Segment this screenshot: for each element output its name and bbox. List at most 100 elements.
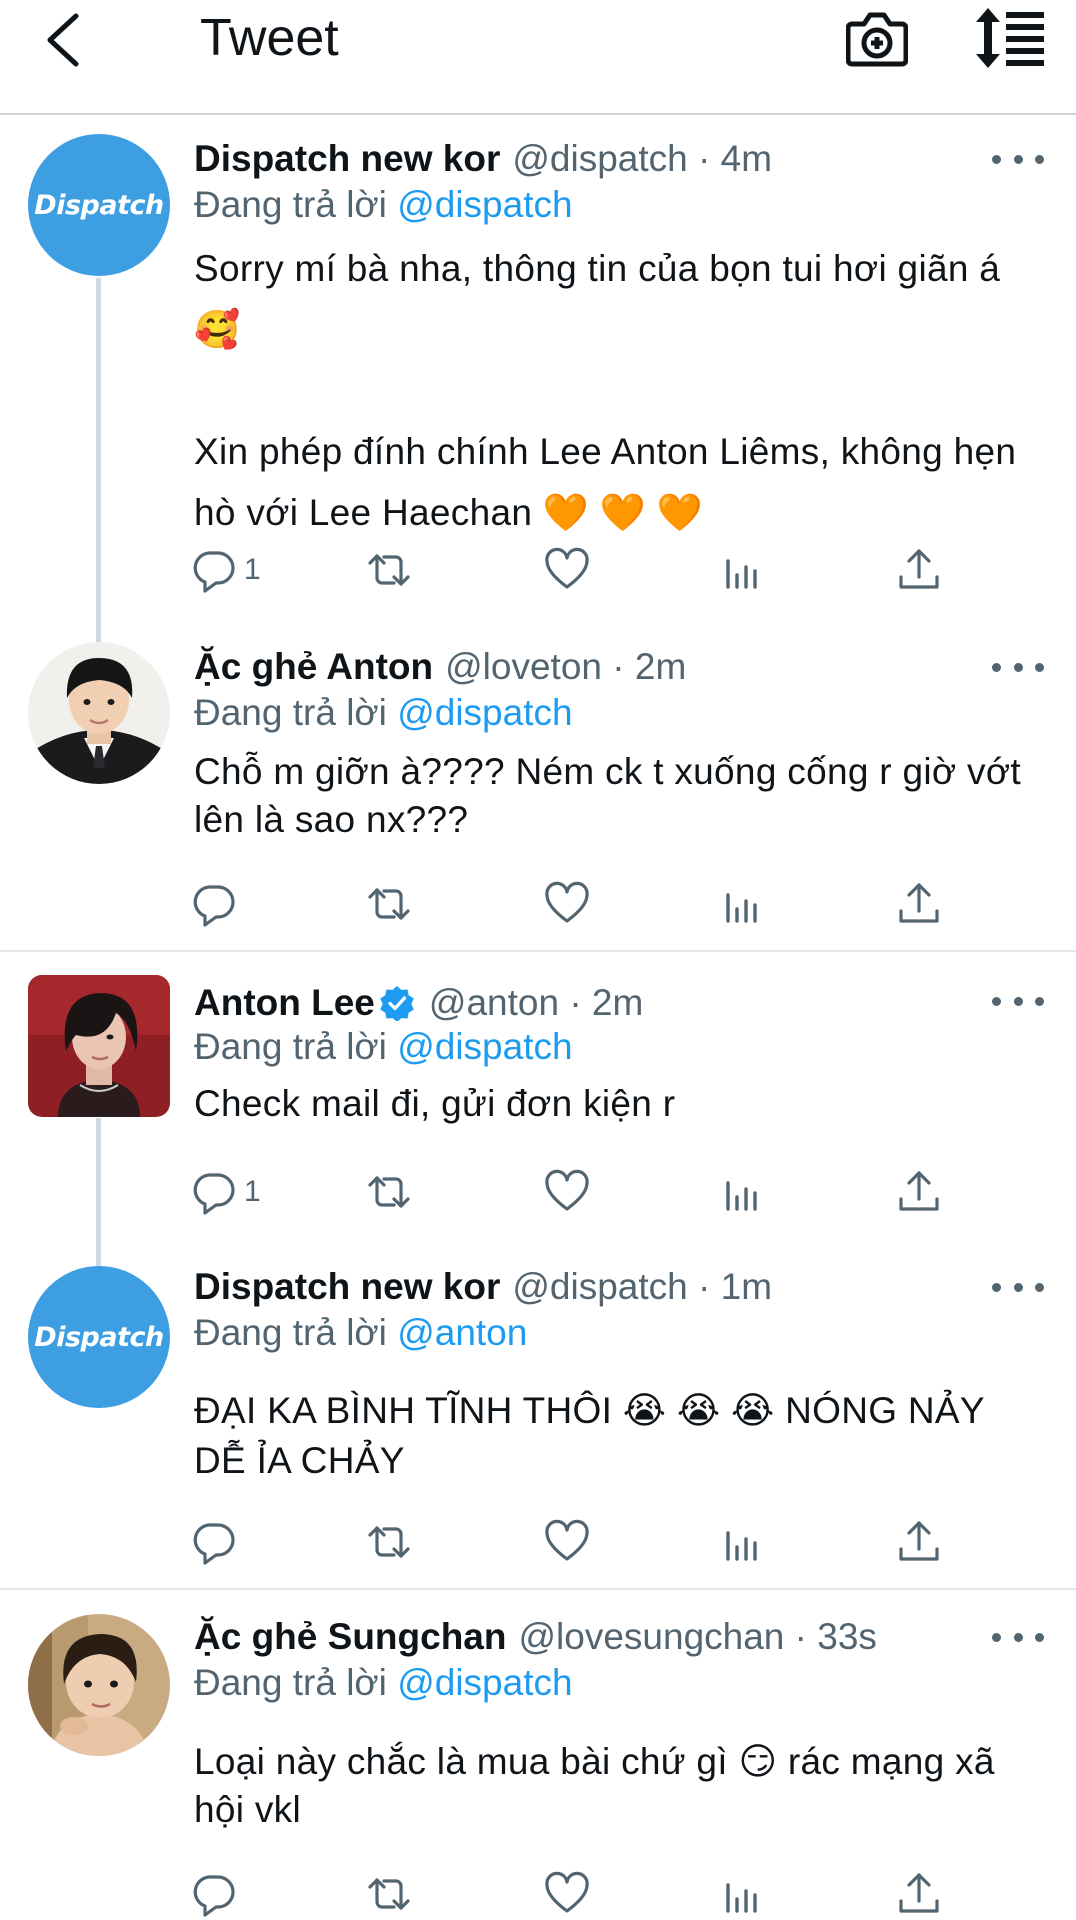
camera-add-icon: [845, 12, 909, 67]
display-name[interactable]: Ặc ghẻ Anton: [194, 646, 433, 688]
reply-button[interactable]: [190, 1866, 244, 1920]
tweet-header: Dispatch new kor @dispatch · 1m: [194, 1264, 772, 1310]
more-icon: [992, 1282, 1001, 1292]
share-button[interactable]: [896, 1514, 942, 1570]
reply-button[interactable]: 1: [190, 1164, 261, 1220]
avatar[interactable]: Dispatch: [28, 1266, 170, 1408]
more-button[interactable]: [992, 144, 1044, 174]
more-icon: [992, 1632, 1001, 1642]
more-icon: [992, 996, 1001, 1006]
retweet-icon: [368, 888, 410, 920]
reply-mention-link[interactable]: @anton: [397, 1312, 527, 1353]
retweet-icon: [368, 554, 410, 586]
reply-icon: [193, 551, 235, 593]
reply-mention-link[interactable]: @dispatch: [397, 1026, 572, 1067]
thread-line: [96, 278, 101, 642]
reply-button[interactable]: [190, 876, 244, 932]
reply-mention-link[interactable]: @dispatch: [397, 1662, 572, 1703]
views-button[interactable]: [720, 1164, 766, 1220]
retweet-button[interactable]: [366, 542, 412, 598]
display-name[interactable]: Dispatch new kor: [194, 1266, 500, 1308]
views-icon: [726, 1883, 757, 1913]
reply-button[interactable]: [190, 1514, 244, 1570]
handle-and-time: @lovesungchan · 33s: [518, 1616, 877, 1657]
sort-button[interactable]: [974, 6, 1046, 70]
retweet-button[interactable]: [366, 1514, 412, 1570]
reply-icon: [193, 1875, 235, 1917]
views-button[interactable]: [720, 542, 766, 598]
tweet-actions: 1: [190, 542, 990, 598]
handle-and-time: @loveton · 2m: [445, 646, 687, 687]
share-button[interactable]: [896, 1164, 942, 1220]
share-icon: [899, 1521, 939, 1561]
share-button[interactable]: [896, 876, 942, 932]
chevron-left-icon: [47, 13, 79, 67]
avatar[interactable]: Dispatch: [28, 134, 170, 276]
avatar[interactable]: [28, 975, 170, 1117]
tweet-actions: [190, 1866, 990, 1920]
share-button[interactable]: [896, 1866, 942, 1920]
tweet-text: Sorry mí bà nha, thông tin của bọn tui h…: [194, 248, 1017, 533]
display-name[interactable]: Dispatch new kor: [194, 138, 500, 180]
share-icon: [899, 1873, 939, 1913]
views-button[interactable]: [720, 876, 766, 932]
like-button[interactable]: [544, 1514, 590, 1570]
avatar-photo: [28, 975, 170, 1117]
display-name[interactable]: Anton Lee: [194, 982, 375, 1024]
like-button[interactable]: [544, 1164, 590, 1220]
tweet-text: ĐẠI KA BÌNH TĨNH THÔI 😭 😭 😭 NÓNG NẢY DỄ …: [194, 1390, 985, 1481]
like-button[interactable]: [544, 876, 590, 932]
retweet-button[interactable]: [366, 1164, 412, 1220]
tweet-header: Ặc ghẻ Sungchan @lovesungchan · 33s: [194, 1614, 877, 1660]
replying-to: Đang trả lời @anton: [194, 1312, 528, 1353]
views-icon: [726, 1181, 757, 1211]
avatar[interactable]: [28, 1614, 170, 1756]
more-button[interactable]: [992, 1622, 1044, 1652]
views-button[interactable]: [720, 1866, 766, 1920]
dispatch-logo: Dispatch: [34, 1321, 164, 1353]
like-button[interactable]: [544, 1866, 590, 1920]
reply-count: 1: [244, 553, 261, 586]
tweet-actions: [190, 1514, 990, 1570]
tweet-text: Chỗ m giỡn à???? Ném ck t xuống cống r g…: [194, 751, 1021, 840]
avatar[interactable]: [28, 642, 170, 784]
replying-to: Đang trả lời @dispatch: [194, 692, 573, 733]
share-icon: [899, 1171, 939, 1211]
handle-and-time: @dispatch · 1m: [512, 1266, 773, 1307]
divider: [0, 1588, 1076, 1590]
retweet-button[interactable]: [366, 1866, 412, 1920]
retweet-icon: [368, 1176, 410, 1208]
back-button[interactable]: [38, 10, 88, 70]
replying-to: Đang trả lời @dispatch: [194, 1026, 573, 1067]
tweet-header: Ặc ghẻ Anton @loveton · 2m: [194, 644, 686, 690]
more-button[interactable]: [992, 1272, 1044, 1302]
top-bar: Tweet: [0, 0, 1076, 115]
reply-icon: [193, 1173, 235, 1215]
tweet-text: Check mail đi, gửi đơn kiện r: [194, 1083, 676, 1124]
views-button[interactable]: [720, 1514, 766, 1570]
verified-badge-icon: [380, 986, 414, 1021]
handle-and-time: @anton · 2m: [428, 982, 644, 1023]
divider: [0, 950, 1076, 952]
tweet-header: Dispatch new kor @dispatch · 4m: [194, 136, 772, 182]
retweet-button[interactable]: [366, 876, 412, 932]
share-button[interactable]: [896, 542, 942, 598]
avatar-photo: [28, 642, 170, 784]
display-name[interactable]: Ặc ghẻ Sungchan: [194, 1616, 506, 1658]
more-icon: [992, 154, 1001, 164]
heart-icon: [545, 1871, 589, 1913]
reply-mention-link[interactable]: @dispatch: [397, 184, 572, 225]
like-button[interactable]: [544, 542, 590, 598]
dispatch-logo: Dispatch: [34, 189, 164, 221]
heart-icon: [545, 1169, 589, 1211]
replying-to: Đang trả lời @dispatch: [194, 1662, 573, 1703]
tweet-header: Anton Lee @anton · 2m: [194, 980, 643, 1026]
more-button[interactable]: [992, 986, 1044, 1016]
tweet-actions: [190, 876, 990, 932]
replying-to: Đang trả lời @dispatch: [194, 184, 573, 225]
reply-mention-link[interactable]: @dispatch: [397, 692, 572, 733]
more-button[interactable]: [992, 652, 1044, 682]
camera-button[interactable]: [845, 8, 909, 68]
reply-button[interactable]: 1: [190, 542, 261, 598]
views-icon: [726, 1531, 757, 1561]
